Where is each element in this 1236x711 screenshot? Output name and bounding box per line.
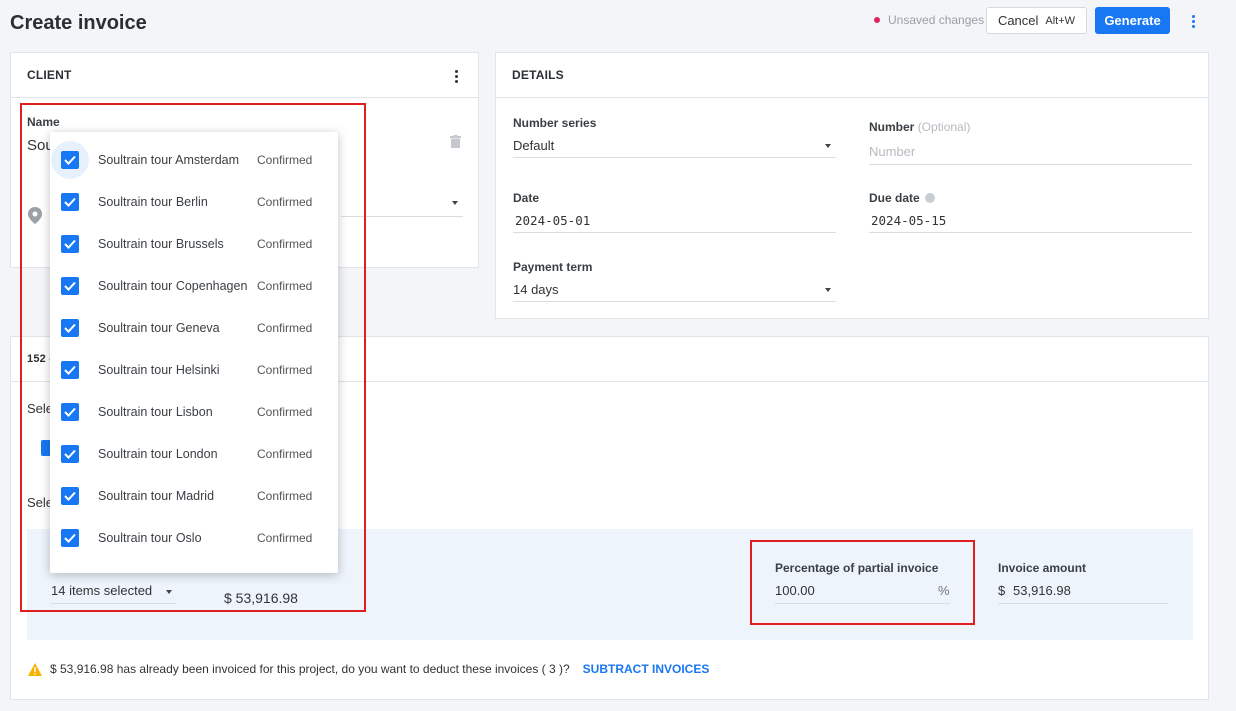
checkbox-checked-icon[interactable]: [61, 487, 79, 505]
due-date-underline: [869, 232, 1192, 233]
client-more-icon[interactable]: [455, 70, 458, 83]
due-date-label: Due date: [869, 191, 935, 205]
unsaved-indicator: Unsaved changes: [874, 13, 984, 27]
checkbox-checked-icon[interactable]: [61, 529, 79, 547]
dropdown-item[interactable]: Soultrain tour Helsinki Confirmed: [50, 349, 330, 391]
date-underline: [513, 232, 836, 233]
dropdown-item[interactable]: Soultrain tour London Confirmed: [50, 433, 330, 475]
date-input[interactable]: 2024-05-01: [515, 213, 590, 228]
dropdown-item-status: Confirmed: [257, 405, 313, 419]
already-invoiced-warning: $ 53,916.98 has already been invoiced fo…: [28, 662, 709, 676]
dropdown-item-name: Soultrain tour London: [98, 447, 218, 461]
items-dropdown-list: Soultrain tour Amsterdam Confirmed Soultra…: [50, 132, 338, 573]
checkbox-checked-icon[interactable]: [61, 319, 79, 337]
checkbox-checked-icon[interactable]: [61, 193, 79, 211]
dropdown-item-name: Soultrain tour Brussels: [98, 237, 224, 251]
number-series-select[interactable]: Default: [513, 138, 554, 153]
dropdown-item-status: Confirmed: [257, 237, 313, 251]
invoice-amount-label: Invoice amount: [998, 561, 1087, 575]
warning-text: $ 53,916.98 has already been invoiced fo…: [50, 662, 570, 676]
dropdown-item-name: Soultrain tour Amsterdam: [98, 153, 240, 167]
number-optional-text: (Optional): [917, 120, 971, 134]
payment-term-underline: [513, 301, 836, 302]
payment-term-label: Payment term: [513, 260, 593, 274]
cancel-button[interactable]: Cancel Alt+W: [986, 7, 1087, 34]
cancel-shortcut: Alt+W: [1045, 14, 1076, 27]
number-series-label: Number series: [513, 116, 597, 130]
checkbox-checked-icon[interactable]: [61, 403, 79, 421]
cancel-label: Cancel: [997, 13, 1039, 28]
dropdown-item-name: Soultrain tour Copenhagen: [98, 279, 248, 293]
generate-button[interactable]: Generate: [1095, 7, 1170, 34]
page-title: Create invoice: [10, 12, 147, 34]
dropdown-item[interactable]: Soultrain tour Berlin Confirmed: [50, 181, 330, 223]
details-card: DETAILS Number series Default Number (Op…: [495, 52, 1209, 319]
checkbox-checked-icon[interactable]: [61, 277, 79, 295]
unsaved-dot-icon: [874, 17, 880, 23]
dropdown-item[interactable]: Soultrain tour Lisbon Confirmed: [50, 391, 330, 433]
dropdown-item-status: Confirmed: [257, 363, 313, 377]
invoice-amount-currency: $: [998, 583, 1006, 598]
dropdown-item[interactable]: Soultrain tour Brussels Confirmed: [50, 223, 330, 265]
trash-icon[interactable]: [450, 135, 461, 148]
checkbox-checked-icon[interactable]: [61, 235, 79, 253]
dropdown-item[interactable]: Soultrain tour Copenhagen Confirmed: [50, 265, 330, 307]
highlight-box-percentage: [750, 540, 975, 625]
dropdown-item-name: Soultrain tour Oslo: [98, 531, 202, 545]
dropdown-item-name: Soultrain tour Berlin: [98, 195, 208, 209]
number-label: Number (Optional): [869, 120, 970, 134]
checkbox-checked-icon[interactable]: [61, 361, 79, 379]
dropdown-item-name: Soultrain tour Madrid: [98, 489, 215, 503]
dropdown-item-status: Confirmed: [257, 447, 313, 461]
number-underline: [869, 164, 1192, 165]
subtract-invoices-link[interactable]: SUBTRACT INVOICES: [583, 662, 710, 676]
due-date-input[interactable]: 2024-05-15: [871, 213, 946, 228]
due-date-label-text: Due date: [869, 191, 920, 205]
date-label: Date: [513, 191, 540, 205]
invoice-amount-underline: [998, 603, 1168, 604]
dropdown-item[interactable]: Soultrain tour Amsterdam Confirmed: [50, 139, 330, 181]
dropdown-item-name: Soultrain tour Lisbon: [98, 405, 213, 419]
payment-term-select[interactable]: 14 days: [513, 282, 559, 297]
dropdown-item-status: Confirmed: [257, 195, 313, 209]
top-bar: Create invoice Unsaved changes Cancel Al…: [0, 0, 1236, 44]
dropdown-item-status: Confirmed: [257, 321, 313, 335]
dropdown-item-status: Confirmed: [257, 489, 313, 503]
number-input[interactable]: Number: [869, 144, 915, 159]
info-icon[interactable]: [924, 193, 935, 203]
more-options-icon[interactable]: [1186, 12, 1200, 30]
warning-icon: [28, 662, 42, 676]
checkbox-checked-icon[interactable]: [61, 445, 79, 463]
number-series-caret-icon[interactable]: [825, 144, 831, 148]
number-label-text: Number: [869, 120, 915, 134]
checkbox-checked-icon[interactable]: [61, 151, 79, 169]
dropdown-item[interactable]: Soultrain tour Madrid Confirmed: [50, 475, 330, 517]
dropdown-item-name: Soultrain tour Geneva: [98, 321, 220, 335]
details-card-header: DETAILS: [496, 53, 1208, 98]
invoice-amount-value: 53,916.98: [1013, 583, 1071, 598]
client-card-header: CLIENT: [11, 53, 478, 98]
dropdown-item[interactable]: Soultrain tour Oslo Confirmed: [50, 517, 330, 559]
unsaved-label: Unsaved changes: [888, 13, 985, 27]
dropdown-item-name: Soultrain tour Helsinki: [98, 363, 220, 377]
dropdown-item-status: Confirmed: [257, 279, 313, 293]
payment-term-caret-icon[interactable]: [825, 288, 831, 292]
dropdown-item-status: Confirmed: [257, 153, 313, 167]
dropdown-item-status: Confirmed: [257, 531, 313, 545]
client-address-caret-icon[interactable]: [452, 201, 458, 205]
dropdown-item[interactable]: Soultrain tour Geneva Confirmed: [50, 307, 330, 349]
number-series-underline: [513, 157, 836, 158]
